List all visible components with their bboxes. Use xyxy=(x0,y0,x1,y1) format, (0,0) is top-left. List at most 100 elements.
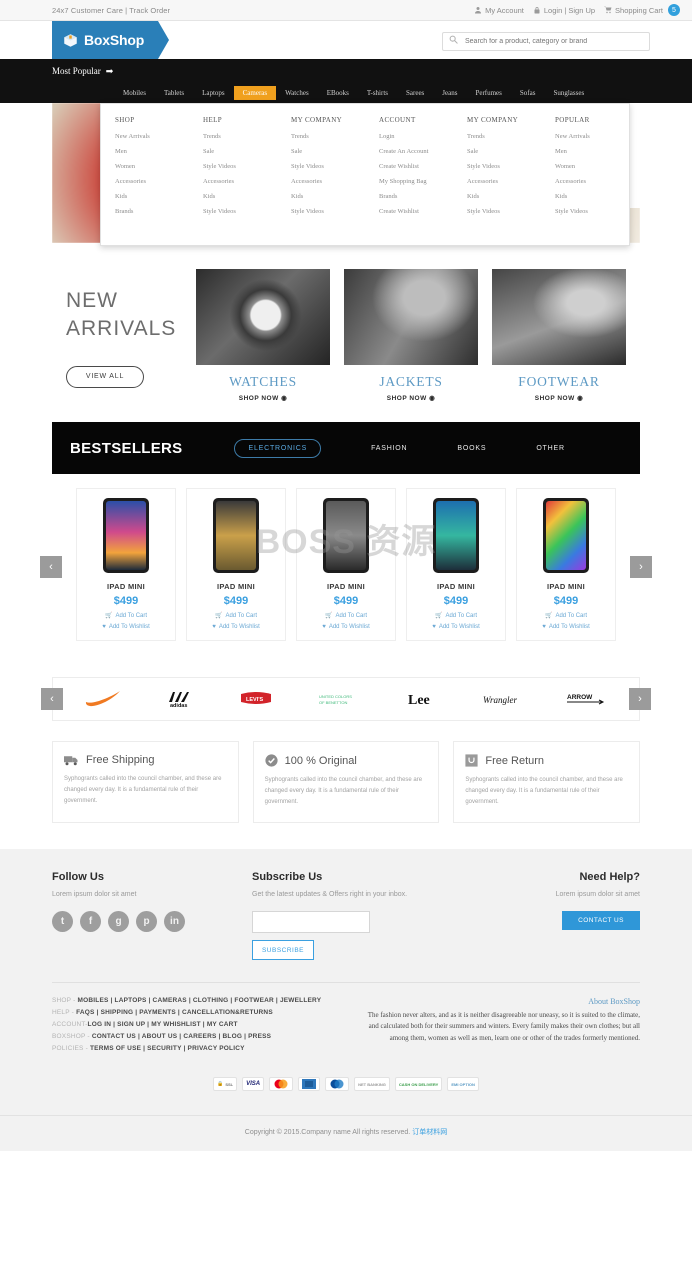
brand-logo-adidas[interactable]: adidas xyxy=(166,691,194,708)
mega-link[interactable]: Men xyxy=(115,148,189,155)
mega-link[interactable]: Sale xyxy=(203,148,277,155)
add-to-cart-button[interactable]: 🛒 Add To Cart xyxy=(412,612,500,620)
mega-link[interactable]: Accessories xyxy=(203,178,277,185)
nav-item-sofas[interactable]: Sofas xyxy=(511,86,545,100)
customer-care-links[interactable]: 24x7 Customer Care | Track Order xyxy=(52,6,170,15)
linkedin-icon[interactable]: in xyxy=(164,911,185,933)
shopping-cart-link[interactable]: Shopping Cart 5 xyxy=(604,4,680,16)
mega-link[interactable]: Men xyxy=(555,148,629,155)
brand-logo-nike[interactable] xyxy=(85,691,121,707)
brand-next-button[interactable]: › xyxy=(629,688,651,710)
nav-item-laptops[interactable]: Laptops xyxy=(193,86,234,100)
search-input[interactable] xyxy=(442,31,650,51)
footer-link-items[interactable]: CONTACT US | ABOUT US | CAREERS | BLOG |… xyxy=(92,1033,271,1040)
pinterest-icon[interactable]: p xyxy=(136,911,157,933)
mega-link[interactable]: Style Videos xyxy=(555,208,629,215)
nav-item-tshirts[interactable]: T-shirts xyxy=(358,86,397,100)
add-to-wishlist-button[interactable]: ♥ Add To Wishlist xyxy=(412,624,500,630)
mega-link[interactable]: New Arrivals xyxy=(555,133,629,140)
product-card[interactable]: IPAD MINI $499 🛒 Add To Cart ♥ Add To Wish… xyxy=(406,488,506,641)
mega-link[interactable]: Create An Account xyxy=(379,148,453,155)
brand-logo-levis[interactable]: LEVI'S xyxy=(239,691,273,707)
mega-link[interactable]: Style Videos xyxy=(291,163,365,170)
arrival-shop-now[interactable]: SHOP NOW ◉ xyxy=(492,394,626,402)
mega-link[interactable]: Kids xyxy=(203,193,277,200)
brand-logo-arrow[interactable]: ARROW xyxy=(566,691,606,707)
arrival-card-jackets[interactable]: JACKETS SHOP NOW ◉ xyxy=(344,269,478,402)
product-card[interactable]: IPAD MINI $499 🛒 Add To Cart ♥ Add To Wish… xyxy=(516,488,616,641)
tab-electronics[interactable]: ELECTRONICS xyxy=(234,438,322,458)
nav-item-ebooks[interactable]: EBooks xyxy=(318,86,358,100)
product-card[interactable]: IPAD MINI $499 🛒 Add To Cart ♥ Add To Wish… xyxy=(296,488,396,641)
add-to-wishlist-button[interactable]: ♥ Add To Wishlist xyxy=(82,624,170,630)
customer-care-text[interactable]: 24x7 Customer Care | Track Order xyxy=(52,6,170,15)
mega-link[interactable]: Sale xyxy=(467,148,541,155)
tab-fashion[interactable]: FASHION xyxy=(371,445,407,452)
facebook-icon[interactable]: f xyxy=(80,911,101,933)
tab-other[interactable]: OTHER xyxy=(536,445,565,452)
mega-link[interactable]: Sale xyxy=(291,148,365,155)
product-card[interactable]: IPAD MINI $499 🛒 Add To Cart ♥ Add To Wish… xyxy=(76,488,176,641)
mega-link[interactable]: Style Videos xyxy=(203,208,277,215)
nav-item-watches[interactable]: Watches xyxy=(276,86,318,100)
add-to-wishlist-button[interactable]: ♥ Add To Wishlist xyxy=(192,624,280,630)
nav-item-jeans[interactable]: Jeans xyxy=(433,86,466,100)
brand-logo-lee[interactable]: Lee xyxy=(407,691,437,707)
arrival-shop-now[interactable]: SHOP NOW ◉ xyxy=(196,394,330,402)
google-plus-icon[interactable]: g xyxy=(108,911,129,933)
mega-link[interactable]: Style Videos xyxy=(291,208,365,215)
mega-link[interactable]: Trends xyxy=(291,133,365,140)
subscribe-button[interactable]: SUBSCRIBE xyxy=(252,940,314,961)
about-title[interactable]: About BoxShop xyxy=(366,997,640,1006)
mega-link[interactable]: Create Wishlist xyxy=(379,163,453,170)
mega-link[interactable]: Create Wishlist xyxy=(379,208,453,215)
mega-link[interactable]: Trends xyxy=(203,133,277,140)
nav-item-mobiles[interactable]: Mobiles xyxy=(114,86,155,100)
arrival-card-footwear[interactable]: FOOTWEAR SHOP NOW ◉ xyxy=(492,269,626,402)
twitter-icon[interactable]: t xyxy=(52,911,73,933)
tab-books[interactable]: BOOKS xyxy=(457,445,486,452)
mega-link[interactable]: Brands xyxy=(379,193,453,200)
nav-item-cameras[interactable]: Cameras xyxy=(233,86,277,100)
carousel-next-button[interactable]: › xyxy=(630,555,652,578)
add-to-wishlist-button[interactable]: ♥ Add To Wishlist xyxy=(302,624,390,630)
mega-link[interactable]: My Shopping Bag xyxy=(379,178,453,185)
product-card[interactable]: IPAD MINI $499 🛒 Add To Cart ♥ Add To Wish… xyxy=(186,488,286,641)
mega-link[interactable]: Accessories xyxy=(291,178,365,185)
footer-link-items[interactable]: LOG IN | SIGN UP | MY WHISHLIST | MY CAR… xyxy=(88,1021,238,1028)
mega-link[interactable]: Brands xyxy=(115,208,189,215)
arrival-card-watches[interactable]: WATCHES SHOP NOW ◉ xyxy=(196,269,330,402)
add-to-cart-button[interactable]: 🛒 Add To Cart xyxy=(82,612,170,620)
contact-us-button[interactable]: CONTACT US xyxy=(562,911,640,931)
nav-item-sunglasses[interactable]: Sunglasses xyxy=(544,86,593,100)
copyright-cn-link[interactable]: 订单材料网 xyxy=(412,1129,447,1136)
logo-block[interactable]: BoxShop xyxy=(52,21,159,59)
add-to-wishlist-button[interactable]: ♥ Add To Wishlist xyxy=(522,624,610,630)
mega-link[interactable]: Style Videos xyxy=(203,163,277,170)
my-account-link[interactable]: My Account xyxy=(474,6,524,15)
mega-link[interactable]: Kids xyxy=(467,193,541,200)
logo[interactable]: BoxShop xyxy=(52,21,170,59)
add-to-cart-button[interactable]: 🛒 Add To Cart xyxy=(522,612,610,620)
brand-logo-wrangler[interactable]: Wrangler xyxy=(482,692,522,706)
mega-link[interactable]: Kids xyxy=(291,193,365,200)
mega-link[interactable]: Accessories xyxy=(467,178,541,185)
mega-link[interactable]: Women xyxy=(115,163,189,170)
subscribe-email-input[interactable] xyxy=(252,911,370,934)
brand-logo-benetton[interactable]: UNITED COLORS OF BENETTON xyxy=(318,692,362,706)
mega-link[interactable]: Style Videos xyxy=(467,208,541,215)
carousel-prev-button[interactable]: ‹ xyxy=(40,555,62,578)
arrival-shop-now[interactable]: SHOP NOW ◉ xyxy=(344,394,478,402)
mega-link[interactable]: Accessories xyxy=(555,178,629,185)
mega-link[interactable]: Accessories xyxy=(115,178,189,185)
mega-link[interactable]: Kids xyxy=(115,193,189,200)
mega-link[interactable]: Login xyxy=(379,133,453,140)
footer-link-items[interactable]: MOBILES | LAPTOPS | CAMERAS | CLOTHING |… xyxy=(78,997,322,1004)
view-all-button[interactable]: VIEW ALL xyxy=(66,365,144,388)
add-to-cart-button[interactable]: 🛒 Add To Cart xyxy=(192,612,280,620)
most-popular-dropdown[interactable]: Most Popular ➡ xyxy=(52,66,113,77)
mega-link[interactable]: Style Videos xyxy=(467,163,541,170)
nav-item-perfumes[interactable]: Perfumes xyxy=(466,86,510,100)
footer-link-items[interactable]: FAQS | SHIPPING | PAYMENTS | CANCELLATIO… xyxy=(76,1009,273,1016)
mega-link[interactable]: Trends xyxy=(467,133,541,140)
